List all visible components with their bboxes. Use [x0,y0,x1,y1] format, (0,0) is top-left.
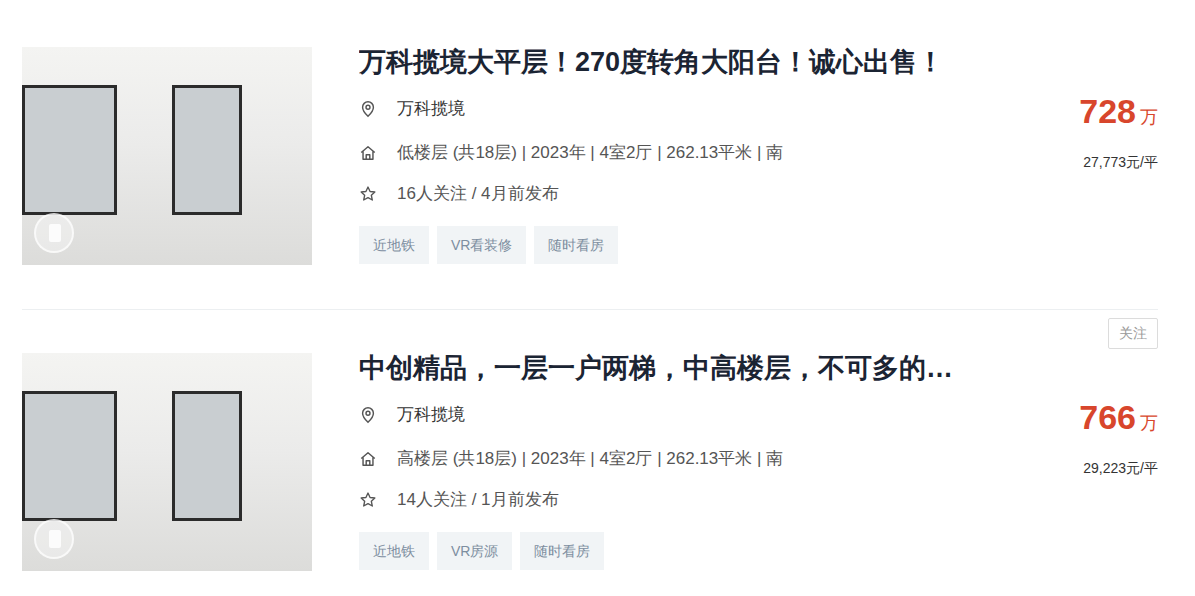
listing-photo[interactable] [22,353,312,571]
follow-info-line: 14人关注 / 1月前发布 [359,488,1079,512]
tag-list: 近地铁VR看装修随时看房 [359,226,1079,264]
listing-row: 中创精品，一层一户两梯，中高楼层，不可多的…万科揽境高楼层 (共18层) | 2… [22,353,1158,571]
price-value: 728 [1079,92,1136,130]
total-price: 728万 [1079,93,1158,135]
listing-details: 万科揽境低楼层 (共18层) | 2023年 | 4室2厅 | 262.13平米… [359,78,1158,264]
listing-tag: 随时看房 [534,226,618,264]
follow-info-line: 16人关注 / 4月前发布 [359,182,1079,206]
listing-info: 万科揽境高楼层 (共18层) | 2023年 | 4室2厅 | 262.13平米… [359,384,1079,570]
house-icon [359,450,377,468]
listing-body: 中创精品，一层一户两梯，中高楼层，不可多的…万科揽境高楼层 (共18层) | 2… [359,353,1158,571]
price-value: 766 [1079,398,1136,436]
house-info-line: 低楼层 (共18层) | 2023年 | 4室2厅 | 262.13平米 | 南 [359,141,1079,165]
tag-list: 近地铁VR房源随时看房 [359,532,1079,570]
listing-details: 万科揽境高楼层 (共18层) | 2023年 | 4室2厅 | 262.13平米… [359,384,1158,570]
follow-info: 16人关注 / 4月前发布 [397,182,559,206]
total-price: 766万 [1079,399,1158,441]
vr-icon[interactable] [34,213,74,253]
listing-tag: VR房源 [437,532,512,570]
listing-title[interactable]: 万科揽境大平层！270度转角大阳台！诚心出售！ [359,47,1158,78]
location-pin-icon [359,100,377,118]
price-column: 766万 29,223元/平 [1079,399,1158,570]
vr-icon[interactable] [34,519,74,559]
listing-row: 万科揽境大平层！270度转角大阳台！诚心出售！万科揽境低楼层 (共18层) | … [22,47,1158,265]
listing-photo[interactable] [22,47,312,265]
listing-tag: VR看装修 [437,226,526,264]
window-shape [172,85,242,215]
location-pin-icon [359,406,377,424]
follow-row: 关注 [22,318,1158,349]
house-info: 高楼层 (共18层) | 2023年 | 4室2厅 | 262.13平米 | 南 [397,447,783,471]
location-link[interactable]: 万科揽境 [397,97,465,121]
window-shape [22,85,117,215]
location-line: 万科揽境 [359,97,1079,121]
listing-list: 万科揽境大平层！270度转角大阳台！诚心出售！万科揽境低楼层 (共18层) | … [0,0,1195,596]
house-icon [359,144,377,162]
location-link[interactable]: 万科揽境 [397,403,465,427]
follow-button[interactable]: 关注 [1108,318,1158,349]
listing-body: 万科揽境大平层！270度转角大阳台！诚心出售！万科揽境低楼层 (共18层) | … [359,47,1158,265]
star-icon [359,185,377,203]
listing-tag: 近地铁 [359,532,429,570]
listing-item[interactable]: 万科揽境大平层！270度转角大阳台！诚心出售！万科揽境低楼层 (共18层) | … [22,47,1158,310]
listing-title[interactable]: 中创精品，一层一户两梯，中高楼层，不可多的… [359,353,1158,384]
house-info: 低楼层 (共18层) | 2023年 | 4室2厅 | 262.13平米 | 南 [397,141,783,165]
unit-price: 27,773元/平 [1079,152,1158,172]
listing-tag: 近地铁 [359,226,429,264]
listing-item[interactable]: 关注中创精品，一层一户两梯，中高楼层，不可多的…万科揽境高楼层 (共18层) |… [22,318,1158,596]
follow-info: 14人关注 / 1月前发布 [397,488,559,512]
window-shape [172,391,242,521]
price-column: 728万 27,773元/平 [1079,93,1158,264]
listing-tag: 随时看房 [520,532,604,570]
location-line: 万科揽境 [359,403,1079,427]
star-icon [359,491,377,509]
house-info-line: 高楼层 (共18层) | 2023年 | 4室2厅 | 262.13平米 | 南 [359,447,1079,471]
price-unit: 万 [1140,413,1158,433]
window-shape [22,391,117,521]
listing-info: 万科揽境低楼层 (共18层) | 2023年 | 4室2厅 | 262.13平米… [359,78,1079,264]
unit-price: 29,223元/平 [1079,458,1158,478]
price-unit: 万 [1140,107,1158,127]
